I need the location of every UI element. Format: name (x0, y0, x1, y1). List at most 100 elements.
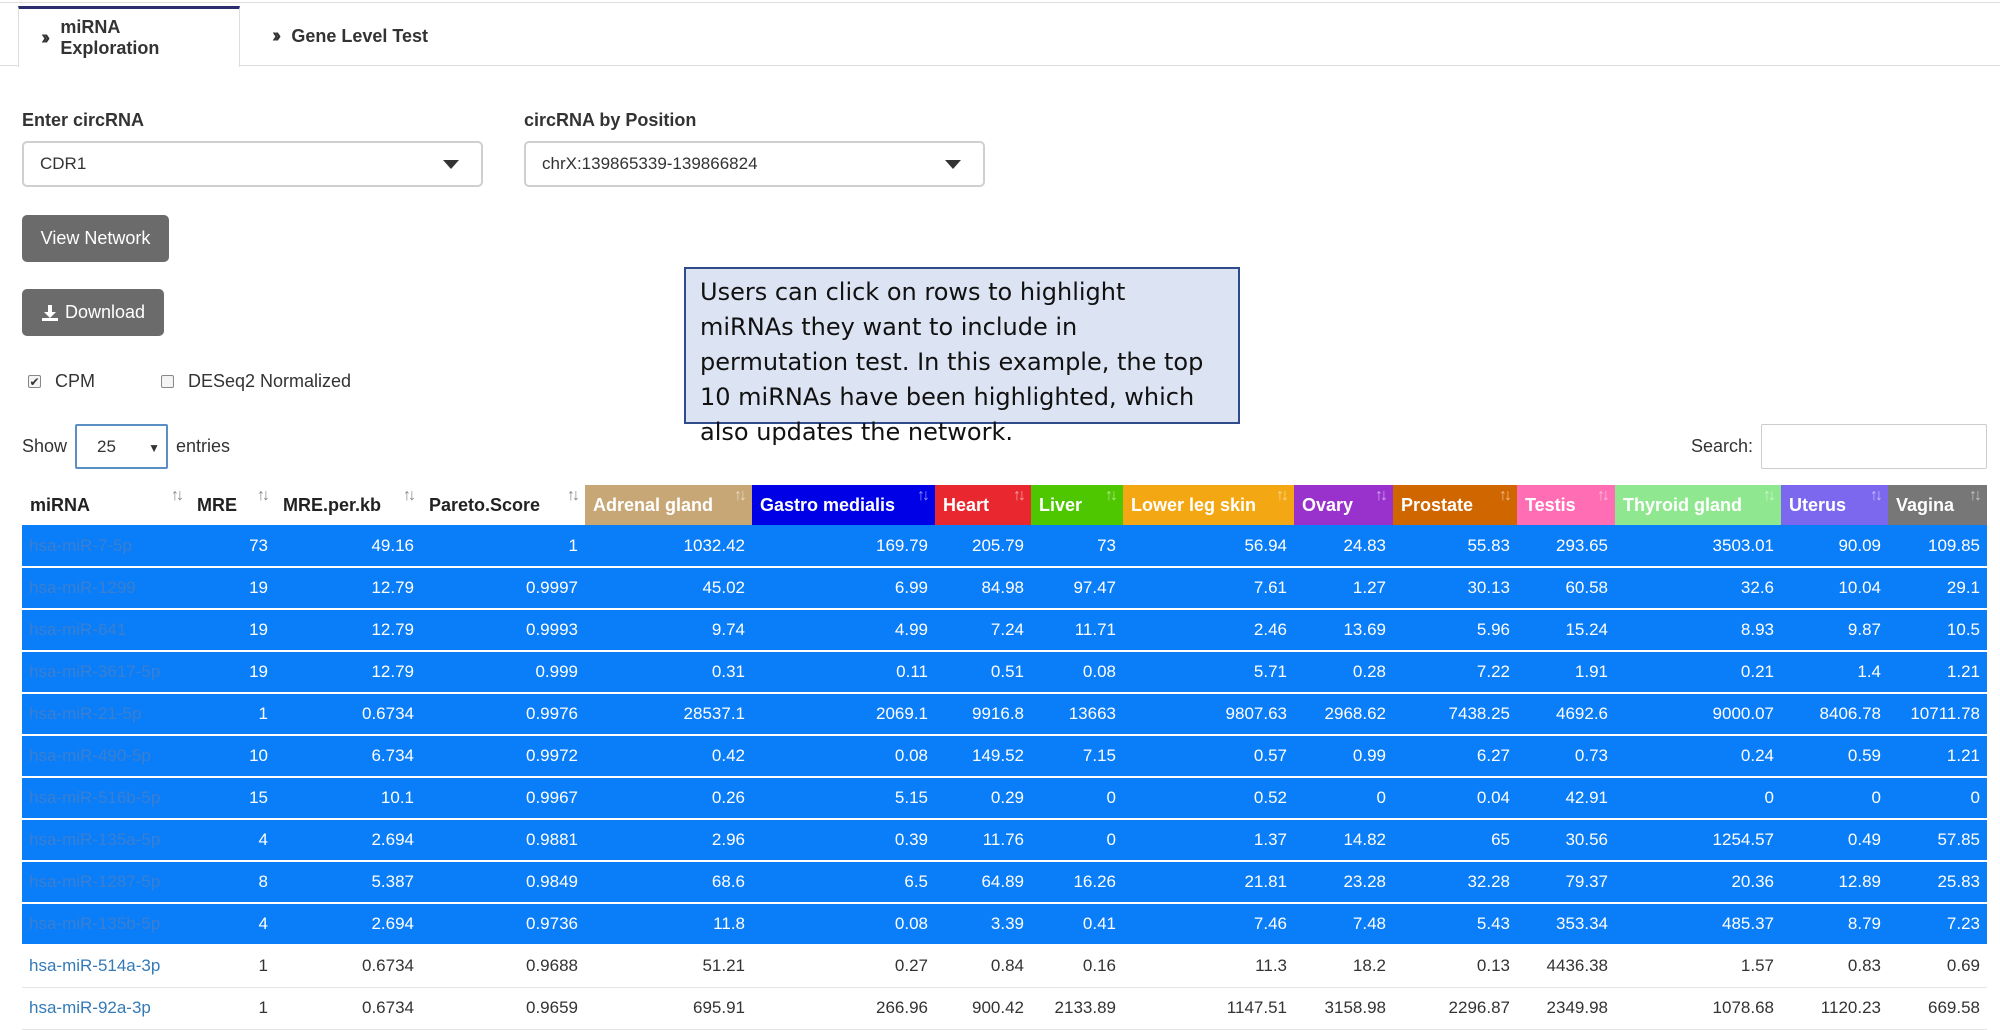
column-header[interactable]: Vagina ↑↓ (1888, 485, 1987, 525)
column-header[interactable]: MRE ↑↓ (189, 485, 275, 525)
table-cell: 73 (189, 525, 275, 568)
table-cell: 0.08 (752, 735, 935, 778)
table-cell: 1078.68 (1615, 987, 1781, 1030)
entries-value: 25 (97, 436, 116, 456)
table-row[interactable]: hsa-miR-3617-5p 19 12.79 0.999 0.31 0.11 0.51 0… (22, 651, 1987, 694)
table-row[interactable]: hsa-miR-92a-3p 1 0.6734 0.9659 695.91 266.96 9… (22, 987, 1987, 1030)
table-cell: 7.22 (1393, 651, 1517, 694)
table-cell: 1.21 (1888, 735, 1987, 778)
caret-down-icon (443, 160, 459, 169)
table-row[interactable]: hsa-miR-641 19 12.79 0.9993 9.74 4.99 7.24 11.7… (22, 609, 1987, 652)
table-cell: 0.52 (1123, 777, 1294, 820)
table-cell: 57.85 (1888, 819, 1987, 862)
table-cell: 9916.8 (935, 693, 1031, 736)
mirna-link[interactable]: hsa-miR-135a-5p (22, 819, 189, 862)
mirna-link[interactable]: hsa-miR-3617-5p (22, 651, 189, 694)
sort-arrows-icon: ↑↓ (1969, 487, 1982, 504)
column-header[interactable]: Ovary ↑↓ (1294, 485, 1393, 525)
table-cell: 73 (1031, 525, 1123, 568)
table-cell: 9000.07 (1615, 693, 1781, 736)
table-row[interactable]: hsa-miR-7-5p 73 49.16 1 1032.42 169.79 205.79 7… (22, 525, 1987, 568)
circrna-select[interactable]: CDR1 (22, 141, 483, 187)
tab-mirna-exploration[interactable]: ›› miRNA Exploration (18, 6, 240, 67)
column-header[interactable]: Pareto.Score ↑↓ (421, 485, 585, 525)
table-cell: 0.999 (421, 651, 585, 694)
table-cell: 12.79 (275, 651, 421, 694)
table-cell: 0.99 (1294, 735, 1393, 778)
table-cell: 0.9736 (421, 903, 585, 946)
download-button[interactable]: Download (22, 289, 164, 336)
table-cell: 8.79 (1781, 903, 1888, 946)
table-cell: 29.1 (1888, 567, 1987, 610)
column-header[interactable]: Heart ↑↓ (935, 485, 1031, 525)
table-cell: 0.04 (1393, 777, 1517, 820)
column-header[interactable]: MRE.per.kb ↑↓ (275, 485, 421, 525)
column-header[interactable]: Liver ↑↓ (1031, 485, 1123, 525)
table-cell: 0.29 (935, 777, 1031, 820)
position-select[interactable]: chrX:139865339-139866824 (524, 141, 985, 187)
table-cell: 8406.78 (1781, 693, 1888, 736)
table-cell: 21.81 (1123, 861, 1294, 904)
table-row[interactable]: hsa-miR-135b-5p 4 2.694 0.9736 11.8 0.08 3.39 0… (22, 903, 1987, 946)
column-header[interactable]: Adrenal gland ↑↓ (585, 485, 752, 525)
table-cell: 2349.98 (1517, 987, 1615, 1030)
table-cell: 0.08 (1031, 651, 1123, 694)
table-cell: 0.83 (1781, 945, 1888, 988)
table-row[interactable]: hsa-miR-1287-5p 8 5.387 0.9849 68.6 6.5 64.89 1… (22, 861, 1987, 904)
column-header[interactable]: Gastro medialis ↑↓ (752, 485, 935, 525)
table-cell: 3503.01 (1615, 525, 1781, 568)
column-header[interactable]: Uterus ↑↓ (1781, 485, 1888, 525)
table-cell: 5.43 (1393, 903, 1517, 946)
table-cell: 0.9967 (421, 777, 585, 820)
column-header[interactable]: Prostate ↑↓ (1393, 485, 1517, 525)
table-row[interactable]: hsa-miR-135a-5p 4 2.694 0.9881 2.96 0.39 11.76… (22, 819, 1987, 862)
mirna-link[interactable]: hsa-miR-1287-5p (22, 861, 189, 904)
table-cell: 7.15 (1031, 735, 1123, 778)
table-cell: 68.6 (585, 861, 752, 904)
table-row[interactable]: hsa-miR-21-5p 1 0.6734 0.9976 28537.1 2069.1 9… (22, 693, 1987, 736)
table-cell: 0.24 (1615, 735, 1781, 778)
table-row[interactable]: hsa-miR-514a-3p 1 0.6734 0.9688 51.21 0.27 0.8… (22, 945, 1987, 988)
table-row[interactable]: hsa-miR-516b-5p 15 10.1 0.9967 0.26 5.15 0.29 0… (22, 777, 1987, 820)
mirna-link[interactable]: hsa-miR-516b-5p (22, 777, 189, 820)
table-cell: 0.9997 (421, 567, 585, 610)
table-cell: 23.28 (1294, 861, 1393, 904)
cpm-checkbox[interactable]: ✔ CPM (28, 371, 95, 392)
table-cell: 6.99 (752, 567, 935, 610)
search-input[interactable] (1761, 424, 1987, 469)
double-chevron-right-icon: ›› (41, 26, 51, 49)
table-cell: 5.96 (1393, 609, 1517, 652)
table-cell: 4692.6 (1517, 693, 1615, 736)
mirna-link[interactable]: hsa-miR-514a-3p (22, 945, 189, 988)
column-header[interactable]: Testis ↑↓ (1517, 485, 1615, 525)
view-network-button[interactable]: View Network (22, 215, 169, 262)
mirna-link[interactable]: hsa-miR-135b-5p (22, 903, 189, 946)
deseq2-checkbox[interactable]: DESeq2 Normalized (161, 371, 351, 392)
mirna-link[interactable]: hsa-miR-7-5p (22, 525, 189, 568)
table-cell: 11.76 (935, 819, 1031, 862)
mirna-link[interactable]: hsa-miR-92a-3p (22, 987, 189, 1030)
mirna-link[interactable]: hsa-miR-490-5p (22, 735, 189, 778)
column-header-label: Thyroid gland (1623, 494, 1742, 515)
column-header[interactable]: Thyroid gland ↑↓ (1615, 485, 1781, 525)
tab-gene-level-test[interactable]: ›› Gene Level Test (250, 6, 450, 66)
table-row[interactable]: hsa-miR-490-5p 10 6.734 0.9972 0.42 0.08 149.5… (22, 735, 1987, 778)
table-cell: 15.24 (1517, 609, 1615, 652)
table-cell: 28537.1 (585, 693, 752, 736)
table-cell: 0.6734 (275, 987, 421, 1030)
sort-arrows-icon: ↑↓ (1499, 487, 1512, 504)
column-header[interactable]: Lower leg skin ↑↓ (1123, 485, 1294, 525)
mirna-link[interactable]: hsa-miR-1299 (22, 567, 189, 610)
table-cell: 3158.98 (1294, 987, 1393, 1030)
mirna-link[interactable]: hsa-miR-641 (22, 609, 189, 652)
sort-arrows-icon: ↑↓ (1105, 487, 1118, 504)
entries-select[interactable]: 25 ▼ (75, 424, 169, 469)
table-cell: 0.69 (1888, 945, 1987, 988)
column-header-label: Vagina (1896, 494, 1955, 515)
table-cell: 149.52 (935, 735, 1031, 778)
mirna-link[interactable]: hsa-miR-21-5p (22, 693, 189, 736)
table-row[interactable]: hsa-miR-1299 19 12.79 0.9997 45.02 6.99 84.98 9… (22, 567, 1987, 610)
table-cell: 6.27 (1393, 735, 1517, 778)
column-header[interactable]: miRNA ↑↓ (22, 485, 189, 525)
table-cell: 0.41 (1031, 903, 1123, 946)
